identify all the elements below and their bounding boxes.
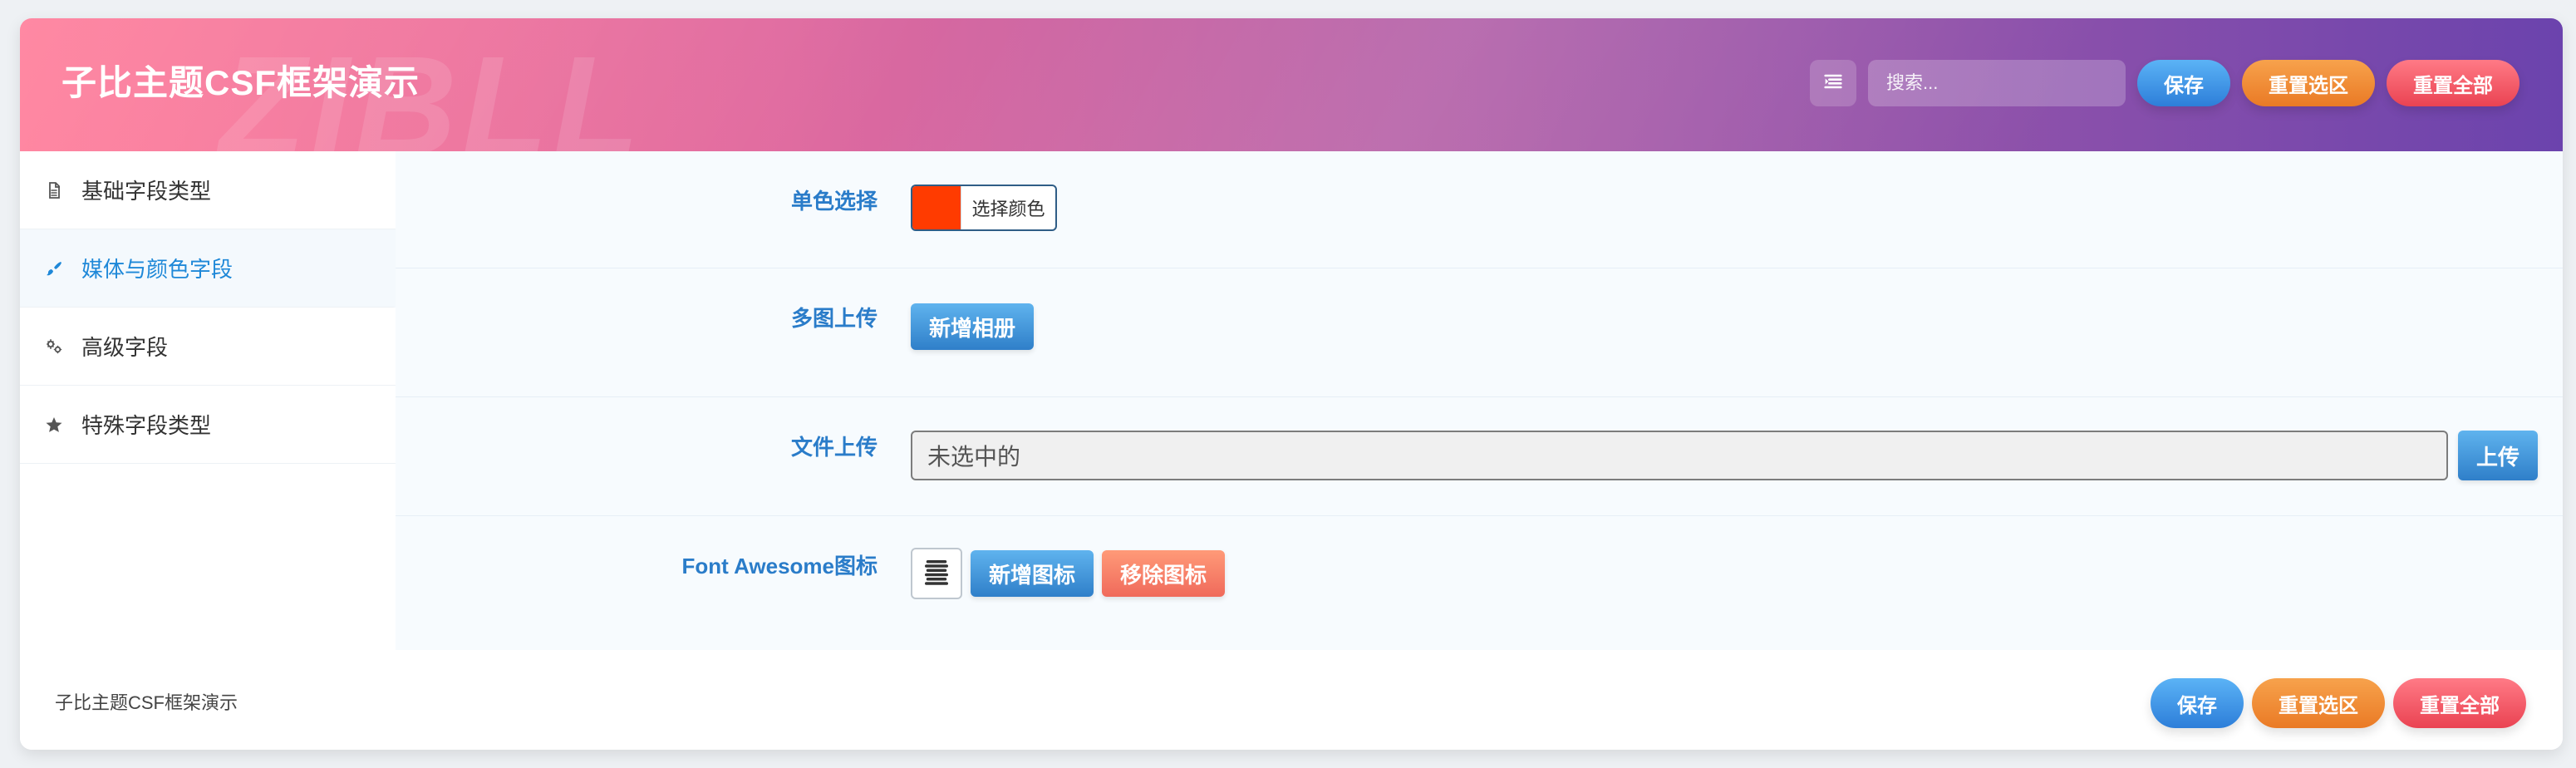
sidebar-item-label: 媒体与颜色字段 [81, 257, 234, 282]
align-justify-icon [919, 554, 954, 593]
color-picker-label: 选择颜色 [961, 186, 1055, 229]
icon-preview [911, 548, 962, 599]
remove-icon-button[interactable]: 移除图标 [1102, 550, 1226, 597]
field-label: 文件上传 [790, 435, 878, 460]
menu-toggle-button[interactable] [1810, 60, 1856, 106]
sidebar-item-special-fields[interactable]: 特殊字段类型 [20, 386, 396, 464]
sidebar-item-label: 特殊字段类型 [81, 413, 212, 438]
sidebar-item-label: 基础字段类型 [81, 179, 212, 204]
footer-title: 子比主题CSF框架演示 [55, 692, 238, 713]
field-control: 新增图标 移除图标 [911, 548, 1226, 599]
header-save-button[interactable]: 保存 [2137, 60, 2230, 106]
sidebar-item-label: 高级字段 [81, 335, 169, 360]
field-control: 选择颜色 [911, 185, 1057, 231]
page-title: 子比主题CSF框架演示 [61, 63, 420, 102]
file-upload-input[interactable]: 未选中的 [911, 431, 2448, 480]
footer-actions: 保存 重置选区 重置全部 [2151, 678, 2526, 728]
color-picker[interactable]: 选择颜色 [911, 185, 1057, 231]
footer-reset-section-button[interactable]: 重置选区 [2252, 678, 2385, 728]
add-gallery-button[interactable]: 新增相册 [911, 303, 1035, 350]
list-indent-icon [1821, 70, 1845, 97]
file-icon [43, 180, 65, 201]
settings-content: 单色选择 选择颜色 多图上传 新增相册 文件上传 未选中的 上传 Font Aw… [396, 151, 2563, 652]
field-row-color: 单色选择 选择颜色 [396, 151, 2563, 268]
field-row-gallery: 多图上传 新增相册 [396, 268, 2563, 397]
sidebar-item-media-color-fields[interactable]: 媒体与颜色字段 [20, 229, 396, 308]
field-label: Font Awesome图标 [681, 554, 878, 578]
field-row-font-awesome: Font Awesome图标 新增图标 移除图标 [396, 516, 2563, 652]
field-label: 单色选择 [790, 189, 878, 214]
sidebar: 基础字段类型 媒体与颜色字段 高级字段 特殊字段类型 [20, 151, 396, 650]
gears-icon [43, 336, 65, 357]
sidebar-item-basic-fields[interactable]: 基础字段类型 [20, 151, 396, 229]
field-control: 未选中的 上传 [911, 431, 2539, 480]
header-reset-all-button[interactable]: 重置全部 [2387, 60, 2519, 106]
footer-save-button[interactable]: 保存 [2151, 678, 2244, 728]
file-upload-group: 未选中的 上传 [911, 431, 2539, 480]
field-label: 多图上传 [790, 306, 878, 331]
footer-bar: 子比主题CSF框架演示 保存 重置选区 重置全部 [20, 650, 2563, 750]
search-box[interactable] [1868, 60, 2126, 106]
footer-reset-all-button[interactable]: 重置全部 [2393, 678, 2526, 728]
settings-window: ZIBLL 子比主题CSF框架演示 保存 重置选区 重置 [20, 18, 2563, 750]
add-icon-button[interactable]: 新增图标 [971, 550, 1094, 597]
upload-button[interactable]: 上传 [2458, 431, 2539, 480]
color-swatch[interactable] [912, 186, 961, 229]
star-icon [43, 414, 65, 436]
field-control: 新增相册 [911, 303, 1035, 350]
field-row-file-upload: 文件上传 未选中的 上传 [396, 397, 2563, 516]
search-input[interactable] [1885, 71, 2109, 95]
font-awesome-controls: 新增图标 移除图标 [911, 548, 1226, 599]
sidebar-item-advanced-fields[interactable]: 高级字段 [20, 308, 396, 386]
header-toolbar: 保存 重置选区 重置全部 [1810, 58, 2519, 108]
header-bar: ZIBLL 子比主题CSF框架演示 保存 重置选区 重置 [20, 18, 2563, 151]
brush-icon [43, 258, 65, 279]
header-reset-section-button[interactable]: 重置选区 [2242, 60, 2375, 106]
